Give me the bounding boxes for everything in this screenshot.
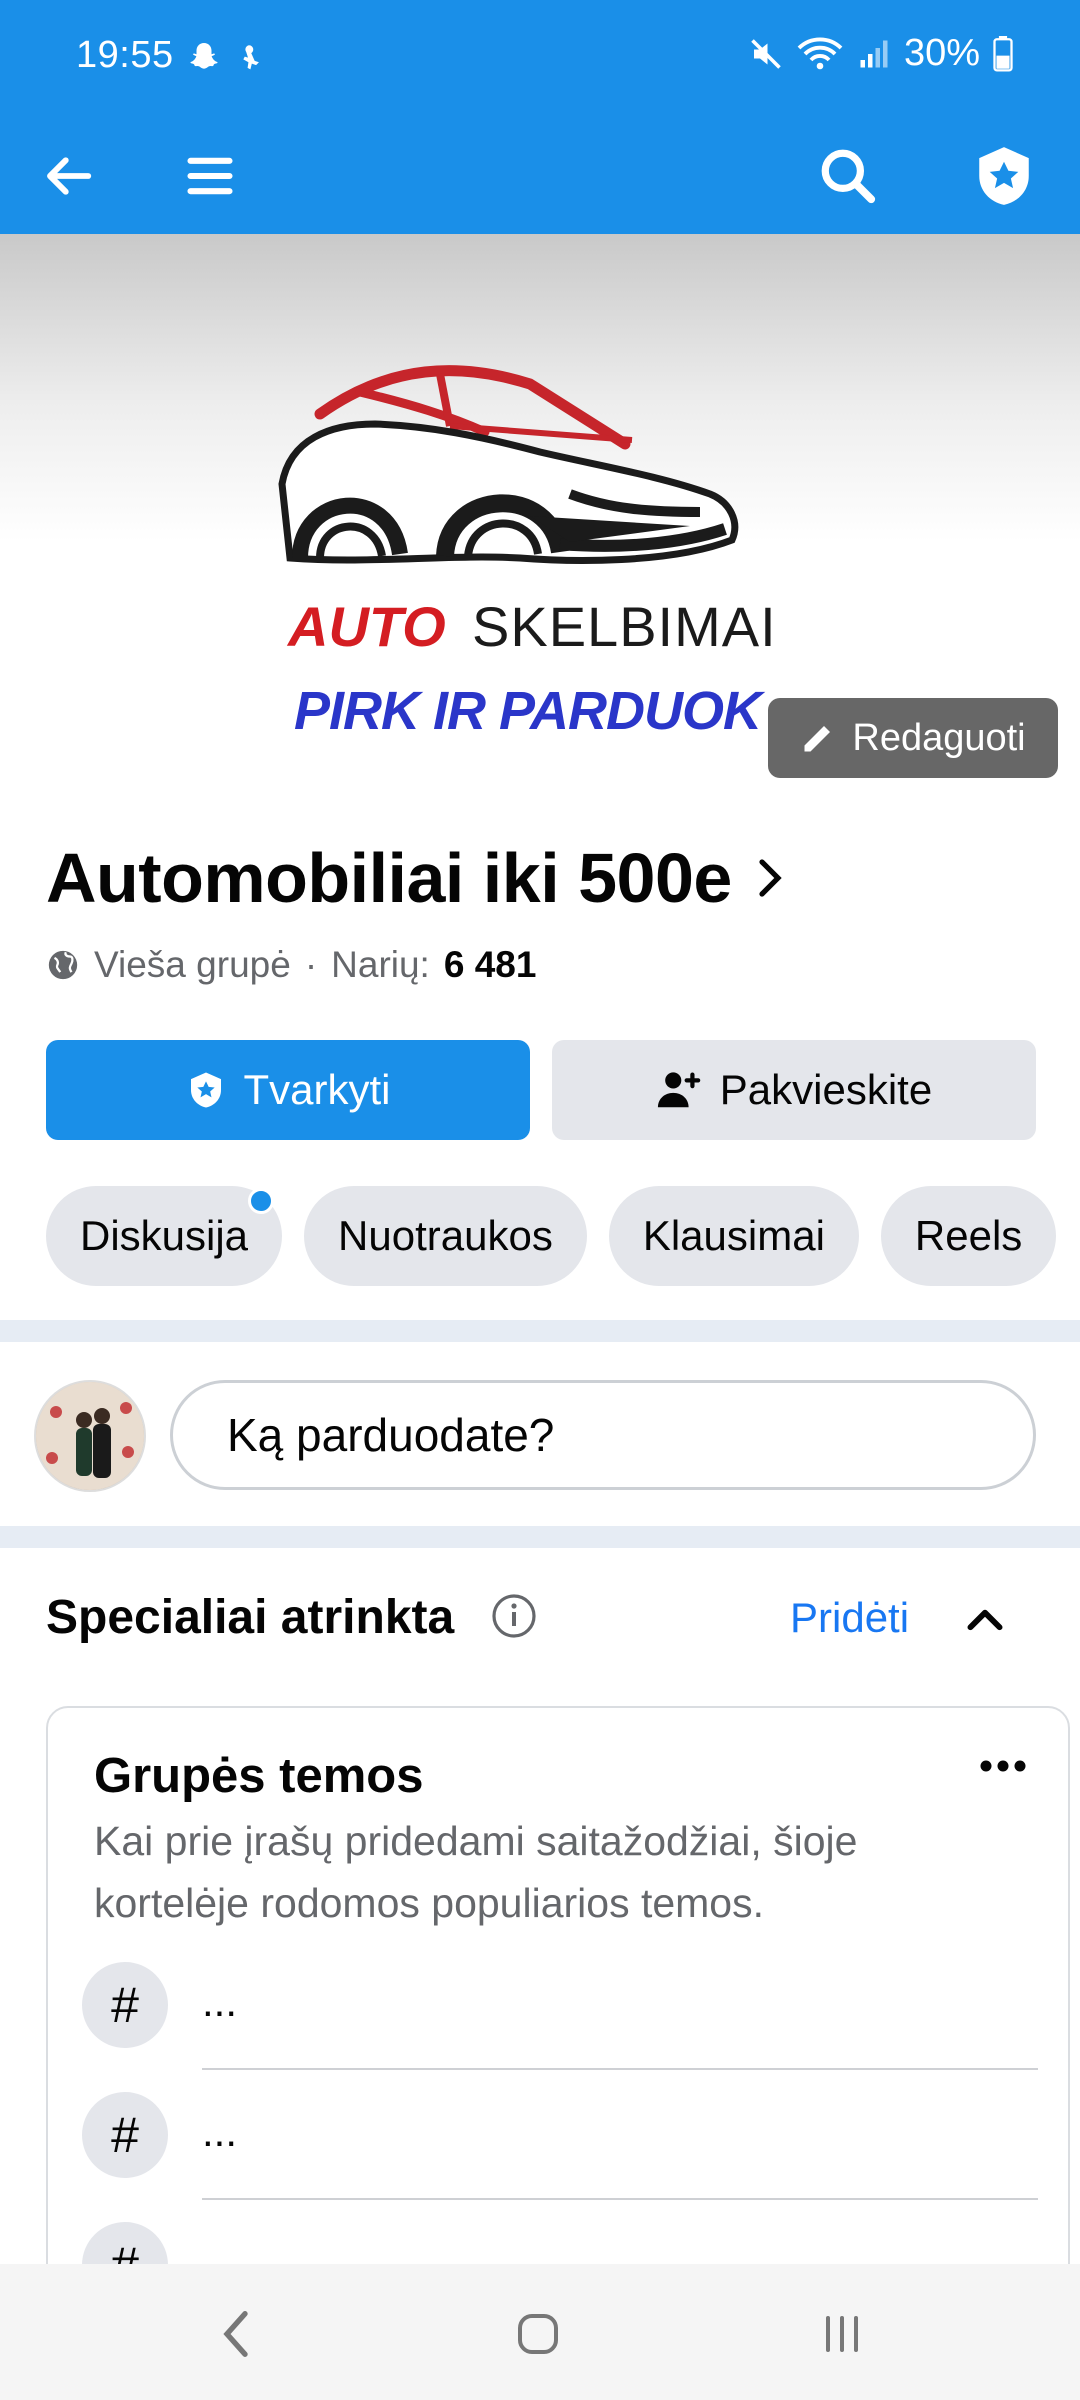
featured-title: Specialiai atrinkta bbox=[46, 1591, 455, 1644]
snapchat-icon bbox=[190, 43, 218, 69]
battery-icon bbox=[993, 35, 1013, 72]
manage-label: Tvarkyti bbox=[243, 1066, 391, 1113]
status-time: 19:55 bbox=[76, 34, 174, 76]
chevron-up-icon[interactable] bbox=[960, 1596, 1010, 1646]
members-label: Narių: bbox=[331, 944, 430, 985]
system-navigation-bar bbox=[0, 2264, 1080, 2400]
section-divider bbox=[0, 1526, 1080, 1548]
group-action-buttons: Tvarkyti Pakvieskite bbox=[46, 1040, 1036, 1140]
topic-item[interactable]: # ... bbox=[82, 1962, 1038, 2070]
recents-icon bbox=[826, 2316, 858, 2352]
edit-cover-label: Redaguoti bbox=[852, 716, 1026, 759]
add-featured-link[interactable]: Pridėti bbox=[790, 1594, 909, 1642]
topic-item[interactable]: # ... bbox=[82, 2092, 1038, 2200]
hamburger-icon bbox=[187, 157, 233, 195]
card-description: Kai prie įrašų pridedami saitažodžiai, š… bbox=[94, 1818, 858, 1926]
chevron-left-icon bbox=[223, 2311, 248, 2357]
tab-label: Nuotraukos bbox=[338, 1212, 553, 1259]
post-composer: Ką parduodate? bbox=[0, 1344, 1080, 1524]
search-icon bbox=[821, 149, 876, 204]
group-topics-card: Grupės temos Kai prie įrašų pridedami sa… bbox=[46, 1706, 1070, 2346]
globe-icon bbox=[48, 950, 78, 980]
back-button[interactable] bbox=[30, 138, 106, 214]
notification-app-icon bbox=[243, 45, 259, 70]
logo-text-auto: AUTO bbox=[288, 595, 446, 658]
invite-button[interactable]: Pakvieskite bbox=[552, 1040, 1036, 1140]
card-title: Grupės temos bbox=[94, 1749, 424, 1803]
tab-nuotraukos[interactable]: Nuotraukos bbox=[304, 1186, 587, 1286]
composer-placeholder: Ką parduodate? bbox=[227, 1409, 555, 1461]
edit-cover-button[interactable]: Redaguoti bbox=[768, 698, 1058, 778]
menu-button[interactable] bbox=[172, 138, 248, 214]
topic-divider bbox=[202, 2068, 1038, 2070]
tab-label: Reels bbox=[914, 1212, 1023, 1259]
tab-klausimai[interactable]: Klausimai bbox=[608, 1186, 859, 1286]
signal-icon bbox=[860, 40, 888, 67]
section-divider bbox=[0, 1320, 1080, 1342]
group-cover-photo[interactable]: AUTO SKELBIMAI PIRK IR PARDUOK Redaguoti bbox=[0, 234, 1080, 794]
group-privacy: Vieša grupė bbox=[94, 944, 291, 985]
members-count: 6 481 bbox=[443, 944, 537, 985]
info-icon[interactable] bbox=[490, 1592, 538, 1640]
battery-percent: 30% bbox=[903, 32, 980, 74]
hashtag-icon: # bbox=[82, 1962, 168, 2048]
shield-star-icon bbox=[979, 147, 1029, 205]
topic-divider bbox=[202, 2198, 1038, 2200]
group-name: Automobiliai iki 500e bbox=[46, 839, 732, 917]
status-notification-icons bbox=[186, 40, 266, 76]
wifi-icon bbox=[797, 37, 843, 69]
chevron-right-icon bbox=[759, 859, 782, 897]
tab-diskusija[interactable]: Diskusija bbox=[46, 1186, 283, 1286]
topic-text: ... bbox=[202, 2108, 238, 2155]
home-square-icon bbox=[518, 2314, 558, 2354]
arrow-left-icon bbox=[47, 157, 92, 195]
group-title-row[interactable]: Automobiliai iki 500e bbox=[46, 838, 784, 918]
shield-star-icon bbox=[190, 1072, 221, 1108]
logo-slogan: PIRK IR PARDUOK bbox=[294, 681, 762, 741]
invite-label: Pakvieskite bbox=[719, 1066, 933, 1113]
system-home-button[interactable] bbox=[498, 2304, 578, 2364]
tab-label: Diskusija bbox=[80, 1212, 249, 1259]
composer-input[interactable]: Ką parduodate? bbox=[170, 1380, 1036, 1490]
system-recents-button[interactable] bbox=[802, 2304, 882, 2364]
avatar[interactable] bbox=[34, 1380, 146, 1492]
more-options-icon[interactable] bbox=[978, 1756, 1028, 1776]
logo-text-skelbimai: SKELBIMAI bbox=[472, 595, 777, 658]
status-right-icons: 30% bbox=[748, 32, 1014, 75]
group-tabs: Diskusija Nuotraukos Klausimai Reels bbox=[46, 1186, 1080, 1286]
system-back-button[interactable] bbox=[196, 2304, 276, 2364]
group-meta: Vieša grupė · Narių: 6 481 bbox=[46, 944, 536, 986]
featured-header: Specialiai atrinkta Pridėti bbox=[46, 1578, 1036, 1658]
status-bar: 19:55 30% bbox=[0, 0, 1080, 118]
tab-label: Klausimai bbox=[642, 1212, 825, 1259]
mute-icon bbox=[751, 38, 781, 69]
user-photo-icon bbox=[36, 1382, 144, 1490]
add-person-icon bbox=[657, 1072, 701, 1108]
admin-shield-button[interactable] bbox=[966, 138, 1042, 214]
new-activity-dot bbox=[248, 1188, 275, 1214]
tab-reels[interactable]: Reels bbox=[880, 1186, 1057, 1286]
hashtag-icon: # bbox=[82, 2092, 168, 2178]
meta-separator: · bbox=[304, 944, 318, 985]
manage-button[interactable]: Tvarkyti bbox=[46, 1040, 530, 1140]
topic-text: ... bbox=[202, 1978, 238, 2025]
search-button[interactable] bbox=[810, 138, 886, 214]
pencil-icon bbox=[804, 726, 831, 752]
top-nav-bar bbox=[0, 118, 1080, 234]
